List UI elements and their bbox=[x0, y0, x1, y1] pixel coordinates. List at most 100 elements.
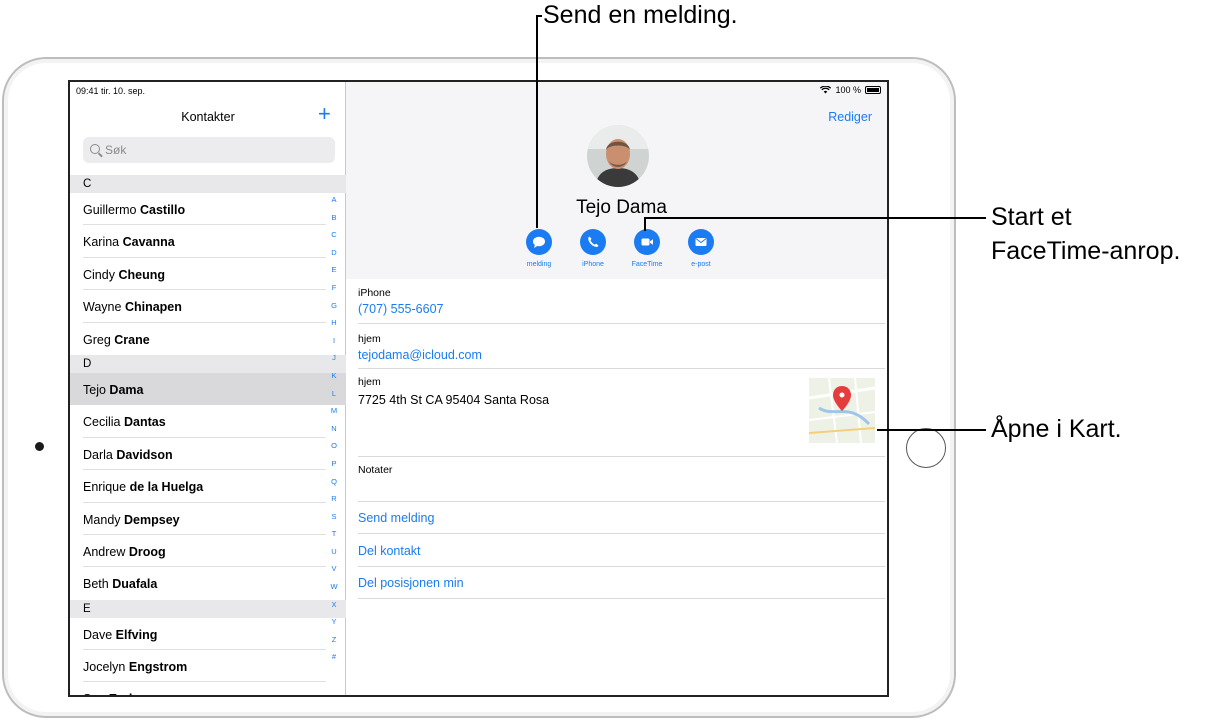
contact-first-name: Darla bbox=[83, 447, 113, 462]
contact-first-name: Karina bbox=[83, 235, 120, 250]
index-letter[interactable]: A bbox=[326, 195, 342, 213]
index-letter[interactable]: Y bbox=[326, 617, 342, 635]
index-letter[interactable]: # bbox=[326, 652, 342, 670]
contact-row[interactable]: Jocelyn Engstrom bbox=[70, 650, 346, 683]
phone-action-button[interactable]: iPhone bbox=[566, 229, 620, 268]
index-letter[interactable]: S bbox=[326, 512, 342, 530]
contact-last-name: de la Huelga bbox=[129, 480, 204, 495]
index-letter[interactable]: M bbox=[326, 406, 342, 424]
home-button[interactable] bbox=[906, 428, 946, 468]
contact-row[interactable]: Dave Elfving bbox=[70, 618, 346, 651]
contact-name: Beth Duafala bbox=[83, 577, 157, 591]
contact-last-name: Droog bbox=[128, 544, 166, 559]
contact-name: Andrew Droog bbox=[83, 545, 166, 559]
contact-row[interactable]: Beth Duafala bbox=[70, 567, 346, 599]
action-link[interactable]: Send melding bbox=[358, 501, 885, 534]
contact-last-name: Erskon bbox=[109, 692, 151, 695]
battery-percent: 100 % bbox=[835, 85, 861, 95]
index-letter[interactable]: V bbox=[326, 564, 342, 582]
map-thumbnail[interactable] bbox=[809, 378, 875, 443]
contact-last-name: Davidson bbox=[116, 447, 173, 462]
address-field[interactable]: hjem 7725 4th St CA 95404 Santa Rosa bbox=[358, 368, 885, 457]
index-letter[interactable]: D bbox=[326, 248, 342, 266]
contact-row[interactable]: Karina Cavanna bbox=[70, 225, 346, 258]
index-letter[interactable]: Q bbox=[326, 477, 342, 495]
contact-row[interactable]: Enrique de la Huelga bbox=[70, 470, 346, 503]
contact-last-name: Chinapen bbox=[124, 300, 182, 315]
alphabet-index[interactable]: A B C D E F G H I J K L M N O P Q R S T U V W X Y Z # bbox=[326, 195, 342, 670]
contact-name: Jocelyn Engstrom bbox=[83, 660, 187, 674]
index-letter[interactable]: U bbox=[326, 547, 342, 565]
mail-icon bbox=[688, 229, 714, 255]
contact-row[interactable]: Mandy Dempsey bbox=[70, 503, 346, 535]
video-icon bbox=[634, 229, 660, 255]
contact-last-name: Dantas bbox=[124, 415, 166, 430]
contact-row[interactable]: Sue Erskon bbox=[70, 682, 346, 695]
contact-last-name: Castillo bbox=[139, 203, 186, 217]
contact-row[interactable]: Guillermo Castillo bbox=[70, 193, 346, 226]
index-letter[interactable]: E bbox=[326, 265, 342, 283]
callout-line-maps bbox=[877, 429, 986, 431]
contact-first-name: Mandy bbox=[83, 512, 121, 527]
index-letter[interactable]: O bbox=[326, 441, 342, 459]
index-letter[interactable]: B bbox=[326, 213, 342, 231]
index-letter[interactable]: C bbox=[326, 230, 342, 248]
contact-first-name: Enrique bbox=[83, 480, 127, 495]
contact-name: Guillermo Castillo bbox=[83, 203, 185, 217]
contact-first-name: Sue bbox=[83, 692, 105, 695]
index-letter[interactable]: R bbox=[326, 494, 342, 512]
status-time: 09:41 tir. 10. sep. bbox=[76, 86, 146, 96]
camera-dot bbox=[35, 442, 44, 451]
edit-button[interactable]: Rediger bbox=[828, 110, 872, 124]
index-letter[interactable]: I bbox=[326, 336, 342, 354]
contact-name: Enrique de la Huelga bbox=[83, 480, 203, 494]
search-input[interactable]: Søk bbox=[83, 137, 335, 163]
index-letter[interactable]: N bbox=[326, 424, 342, 442]
email-action-button[interactable]: e-post bbox=[674, 229, 728, 268]
contact-row[interactable]: Wayne Chinapen bbox=[70, 290, 346, 323]
notes-field[interactable]: Notater bbox=[358, 456, 885, 502]
message-action-button[interactable]: melding bbox=[512, 229, 566, 268]
contact-name: Darla Davidson bbox=[83, 448, 173, 462]
battery-icon bbox=[865, 86, 881, 94]
index-letter[interactable]: P bbox=[326, 459, 342, 477]
contact-last-name: Dama bbox=[109, 382, 144, 397]
index-letter[interactable]: W bbox=[326, 582, 342, 600]
index-letter[interactable]: J bbox=[326, 353, 342, 371]
contact-row[interactable]: Cecilia Dantas bbox=[70, 405, 346, 438]
contact-first-name: Cecilia bbox=[83, 415, 121, 430]
contact-row[interactable]: Darla Davidson bbox=[70, 438, 346, 471]
phone-field[interactable]: iPhone (707) 555-6607 bbox=[358, 279, 885, 324]
action-link-label: Del kontakt bbox=[358, 543, 421, 558]
contact-first-name: Beth bbox=[83, 577, 109, 592]
email-value[interactable]: tejodama@icloud.com bbox=[358, 348, 482, 362]
callout-facetime-2: FaceTime-anrop. bbox=[991, 237, 1181, 265]
index-letter[interactable]: X bbox=[326, 600, 342, 618]
facetime-action-button[interactable]: FaceTime bbox=[620, 229, 674, 268]
phone-value[interactable]: (707) 555-6607 bbox=[358, 302, 443, 316]
index-letter[interactable]: L bbox=[326, 389, 342, 407]
action-link[interactable]: Del posisjonen min bbox=[358, 566, 885, 599]
action-link[interactable]: Del kontakt bbox=[358, 534, 885, 567]
index-letter[interactable]: Z bbox=[326, 635, 342, 653]
contact-row[interactable]: Greg Crane bbox=[70, 323, 346, 355]
contact-last-name: Dempsey bbox=[124, 512, 180, 527]
index-letter[interactable]: T bbox=[326, 529, 342, 547]
contact-row[interactable]: Andrew Droog bbox=[70, 535, 346, 568]
action-link-label: Send melding bbox=[358, 511, 435, 525]
contact-name: Greg Crane bbox=[83, 333, 150, 347]
sidebar-title: Kontakter bbox=[181, 110, 235, 124]
index-letter[interactable]: H bbox=[326, 318, 342, 336]
callout-message: Send en melding. bbox=[543, 1, 738, 29]
wifi-icon bbox=[820, 86, 832, 94]
contact-first-name: Guillermo bbox=[83, 203, 137, 217]
index-letter[interactable]: K bbox=[326, 371, 342, 389]
add-contact-button[interactable]: + bbox=[318, 103, 331, 125]
contact-row[interactable]: Cindy Cheung bbox=[70, 258, 346, 291]
action-buttons: melding iPhone FaceTime e-post bbox=[512, 229, 728, 268]
email-field[interactable]: hjem tejodama@icloud.com bbox=[358, 323, 885, 369]
index-letter[interactable]: G bbox=[326, 301, 342, 319]
contact-row[interactable]: Tejo Dama bbox=[70, 372, 346, 406]
contact-last-name: Cavanna bbox=[122, 235, 175, 250]
index-letter[interactable]: F bbox=[326, 283, 342, 301]
